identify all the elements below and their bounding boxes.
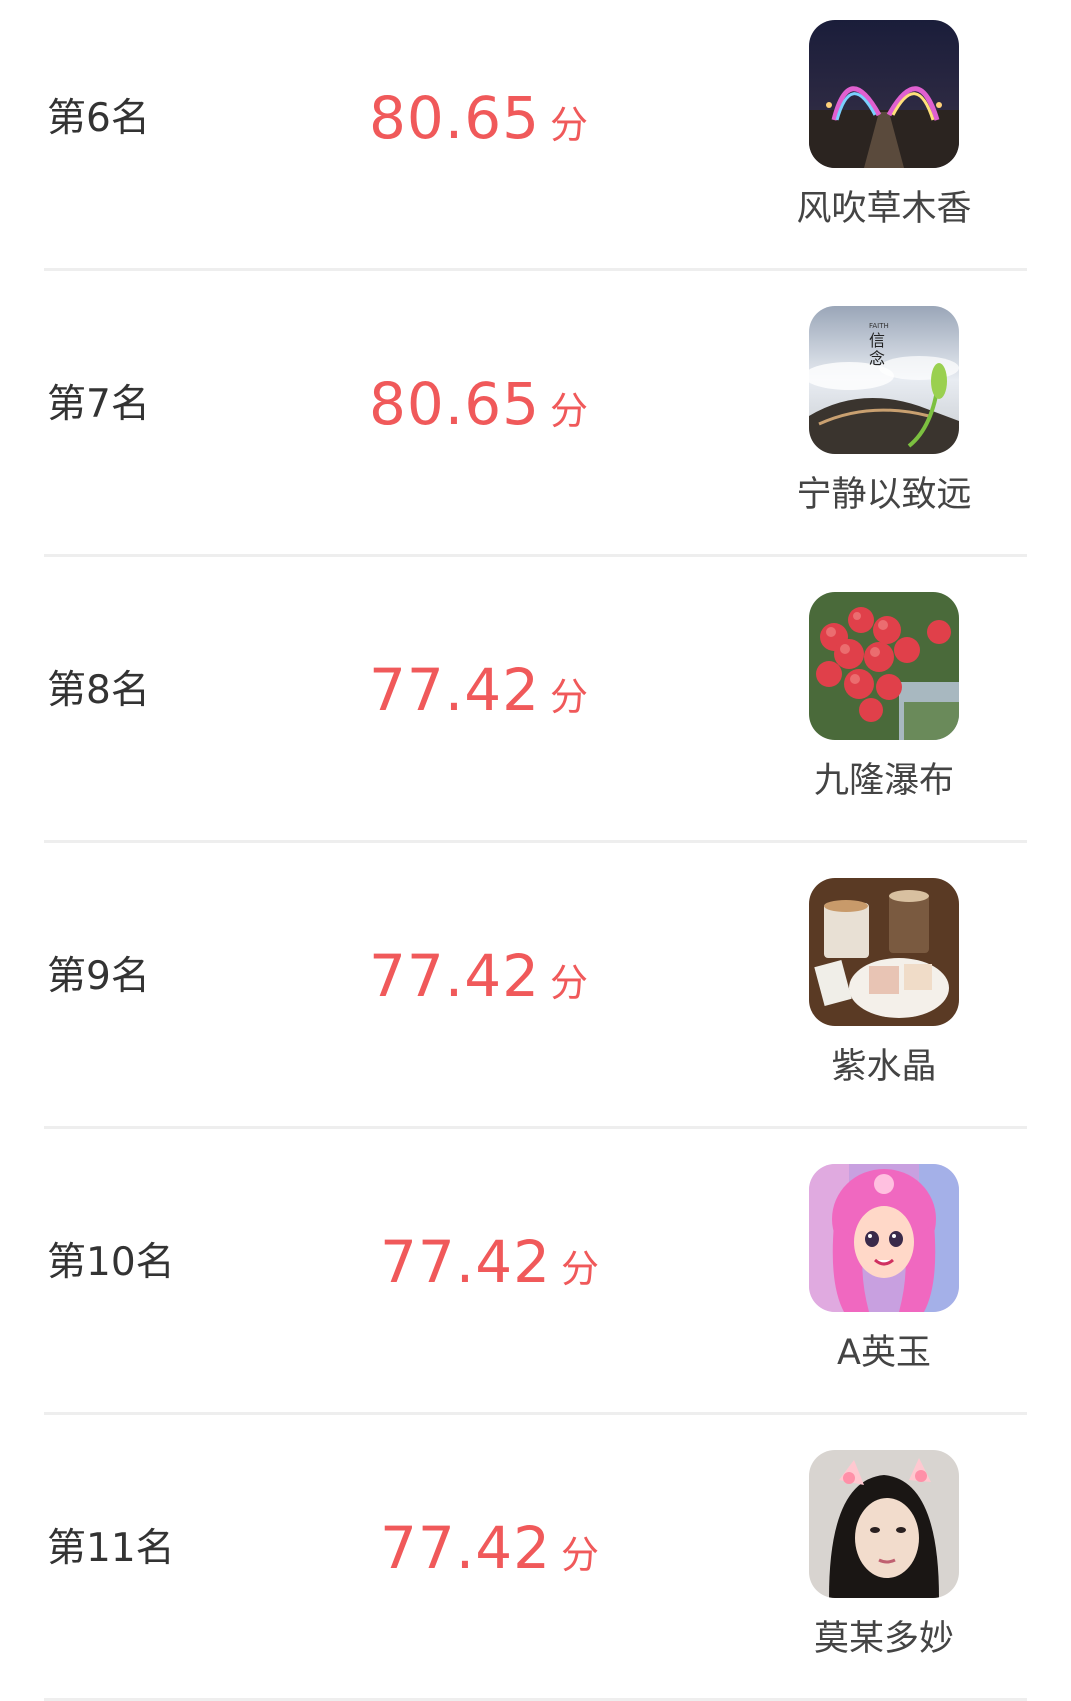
score-value: 80.65 [369,84,541,152]
svg-text:FAITH: FAITH [869,322,889,330]
ranking-row[interactable]: 第10名 77.42 分 A英玉 [44,1129,1027,1415]
user-info[interactable]: FAITH 信 念 宁静以致远 [784,306,984,515]
ranking-row[interactable]: 第11名 77.42 分 莫某多妙 [44,1415,1027,1701]
night-bridge-avatar-icon[interactable] [809,20,959,168]
ranking-row[interactable]: 第7名 80.65 分 FAITH 信 念 宁静以致远 [44,271,1027,557]
user-info[interactable]: 九隆瀑布 [784,592,984,801]
ranking-list: 第6名 80.65 分 风吹草木香 第7名 80.65 分 FAITH 信 念 … [0,0,1071,1701]
user-name[interactable]: 紫水晶 [784,1048,984,1087]
user-info[interactable]: 风吹草木香 [784,20,984,229]
score: 80.65 分 [369,89,588,147]
score: 77.42 分 [380,1519,599,1577]
score: 77.42 分 [369,947,588,1005]
user-name[interactable]: 莫某多妙 [784,1620,984,1659]
lychee-avatar-icon[interactable] [809,592,959,740]
user-name[interactable]: 九隆瀑布 [784,762,984,801]
svg-text:信: 信 [869,331,885,350]
score: 77.42 分 [380,1233,599,1291]
ranking-row[interactable]: 第6名 80.65 分 风吹草木香 [44,0,1027,271]
score-unit: 分 [550,961,589,1005]
score-unit: 分 [561,1247,600,1291]
rank-label: 第7名 [47,382,150,427]
faith-clouds-avatar-icon[interactable]: FAITH 信 念 [809,306,959,454]
user-name[interactable]: A英玉 [784,1334,984,1373]
user-info[interactable]: 紫水晶 [784,878,984,1087]
user-name[interactable]: 宁静以致远 [784,476,984,515]
score-unit: 分 [550,675,589,719]
user-info[interactable]: 莫某多妙 [784,1450,984,1659]
score-value: 77.42 [369,656,541,724]
score: 77.42 分 [369,661,588,719]
woman-selfie-avatar-icon[interactable] [809,1450,959,1598]
score: 80.65 分 [369,375,588,433]
score-value: 77.42 [380,1514,552,1582]
user-name[interactable]: 风吹草木香 [784,190,984,229]
svg-text:念: 念 [869,349,885,368]
rank-label: 第6名 [47,96,150,141]
user-info[interactable]: A英玉 [784,1164,984,1373]
cartoon-girl-avatar-icon[interactable] [809,1164,959,1312]
coffee-cake-avatar-icon[interactable] [809,878,959,1026]
score-unit: 分 [550,389,589,433]
ranking-row[interactable]: 第9名 77.42 分 紫水晶 [44,843,1027,1129]
score-value: 80.65 [369,370,541,438]
ranking-row[interactable]: 第8名 77.42 分 九隆瀑布 [44,557,1027,843]
rank-label: 第10名 [47,1240,175,1285]
rank-label: 第11名 [47,1526,175,1571]
rank-label: 第8名 [47,668,150,713]
score-value: 77.42 [380,1228,552,1296]
score-unit: 分 [561,1533,600,1577]
score-unit: 分 [550,103,589,147]
score-value: 77.42 [369,942,541,1010]
rank-label: 第9名 [47,954,150,999]
